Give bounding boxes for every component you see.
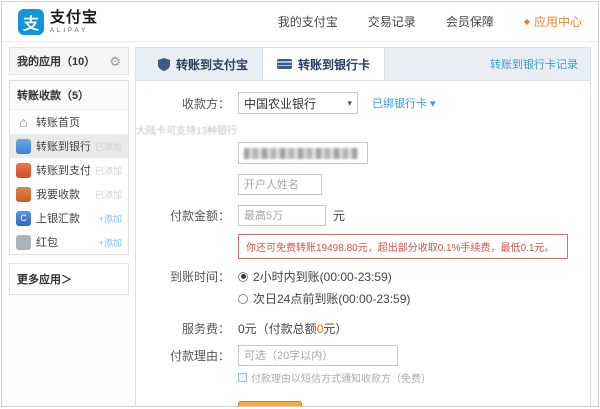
radio-selected-icon[interactable]: [238, 272, 248, 282]
arrival-time-label: 到账时间：: [136, 268, 238, 285]
sms-notify-label: 付款理由以短信方式通知收款方（免费）: [251, 370, 431, 385]
sidebar-item-bank-remit[interactable]: C 上银汇款 +添加: [10, 206, 128, 230]
nav-app-center[interactable]: ◆ 应用中心: [524, 13, 582, 30]
card-number-input[interactable]: [238, 142, 368, 164]
payee-label: 收款方：: [136, 95, 238, 112]
receive-payment-icon: [16, 187, 31, 202]
censored-card-number: [244, 148, 358, 159]
tab-label: 转账到银行卡: [298, 56, 370, 73]
bankcard-icon: [16, 139, 31, 154]
arrival-option-2hours[interactable]: 2小时内到账(00:00-23:59): [238, 268, 410, 285]
sidebar-item-red-packet[interactable]: 红包 +添加: [10, 230, 128, 254]
reason-row: 付款理由：: [136, 345, 590, 366]
transfer-section-header: 转账收款（5）: [10, 81, 128, 110]
payee-row: 收款方： 中国农业银行 ▾ 已绑银行卡 ▾: [136, 92, 590, 114]
next-step-button[interactable]: 下一步: [238, 401, 302, 407]
service-fee-prefix: 0元（付款总额: [238, 322, 317, 336]
top-nav: 我的支付宝 交易记录 会员保障 ◆ 应用中心: [278, 13, 582, 30]
radio-unselected-icon[interactable]: [238, 294, 248, 304]
bankcard-transfer-records-link[interactable]: 转账到银行卡记录: [490, 56, 590, 72]
service-fee-row: 服务费： 0元（付款总额0元）: [136, 320, 590, 337]
bound-cards-link[interactable]: 已绑银行卡 ▾: [372, 95, 436, 111]
sidebar-item-tag: 已添加: [95, 140, 122, 153]
sidebar-item-label: 转账到银行卡: [36, 138, 90, 154]
service-fee-suffix: 元）: [323, 322, 347, 336]
arrival-option-next-day[interactable]: 次日24点前到账(00:00-23:59): [238, 290, 410, 307]
bound-cards-label: 已绑银行卡: [372, 95, 427, 111]
amount-label: 付款金额：: [136, 207, 238, 224]
alipay-logo[interactable]: 支 支付宝 ALIPAY: [18, 9, 98, 35]
bank-support-hint: 大陆卡可支持13种银行: [136, 122, 590, 137]
amount-input[interactable]: [238, 205, 326, 226]
sidebar-item-transfer-to-bankcard[interactable]: 转账到银行卡 已添加: [10, 134, 128, 158]
remit-icon: C: [16, 211, 31, 226]
chevron-right-icon: ＞: [61, 274, 72, 286]
brand-name: 支付宝: [50, 10, 98, 25]
arrival-options: 2小时内到账(00:00-23:59) 次日24点前到账(00:00-23:59…: [238, 268, 410, 312]
transfer-apps-box: 转账收款（5） ⌂ 转账首页 转账到银行卡 已添加 转账到支付宝 已添加: [9, 80, 129, 255]
more-apps-link[interactable]: 更多应用＞: [9, 263, 129, 295]
sidebar-item-transfer-home[interactable]: ⌂ 转账首页: [10, 110, 128, 134]
arrival-option-label: 次日24点前到账(00:00-23:59): [253, 290, 410, 307]
chevron-down-icon: ▾: [430, 97, 436, 110]
sms-notify-checkbox[interactable]: [238, 373, 247, 382]
bank-select-value: 中国农业银行: [244, 95, 316, 112]
alipay-logo-icon: 支: [18, 9, 44, 35]
amount-unit: 元: [333, 207, 345, 224]
sidebar-item-tag: +添加: [99, 212, 122, 225]
home-icon: ⌂: [16, 115, 31, 130]
sidebar-item-transfer-to-alipay[interactable]: 转账到支付宝 已添加: [10, 158, 128, 182]
sidebar: 我的应用（10） ⚙ 转账收款（5） ⌂ 转账首页 转账到银行卡 已添加: [9, 47, 129, 407]
nav-my-alipay[interactable]: 我的支付宝: [278, 13, 338, 30]
main-panel: 转账到支付宝 转账到银行卡 转账到银行卡记录 收款方： 中国农业银行 ▾: [135, 47, 591, 407]
alipay-logo-text: 支付宝 ALIPAY: [50, 10, 98, 34]
tab-label: 转账到支付宝: [176, 56, 248, 73]
arrival-time-row: 到账时间： 2小时内到账(00:00-23:59) 次日24点前到账(00:00…: [136, 268, 590, 312]
bank-select[interactable]: 中国农业银行 ▾: [238, 92, 358, 114]
chevron-down-icon: ▾: [347, 98, 352, 109]
sidebar-item-label: 上银汇款: [36, 210, 80, 226]
service-fee-value: 0元（付款总额0元）: [238, 320, 347, 337]
top-header: 支 支付宝 ALIPAY 我的支付宝 交易记录 会员保障 ◆ 应用中心: [2, 2, 598, 42]
sidebar-item-label: 转账到支付宝: [36, 162, 90, 178]
payment-reason-input[interactable]: [238, 345, 398, 366]
my-apps-header: 我的应用（10） ⚙: [10, 48, 128, 74]
my-apps-title: 我的应用（10）: [17, 53, 95, 69]
my-apps-box: 我的应用（10） ⚙: [9, 47, 129, 75]
sidebar-item-tag: 已添加: [95, 188, 122, 201]
diamond-icon: ◆: [524, 18, 530, 26]
nav-app-center-label: 应用中心: [534, 13, 582, 30]
sidebar-item-tag: 已添加: [95, 164, 122, 177]
sidebar-item-label: 红包: [36, 234, 58, 250]
holder-row: [238, 174, 590, 199]
alipay-transfer-icon: [16, 163, 31, 178]
account-holder-input[interactable]: [238, 174, 322, 195]
sidebar-item-request-payment[interactable]: 我要收款 已添加: [10, 182, 128, 206]
sidebar-item-tag: +添加: [99, 236, 122, 249]
brand-subtitle: ALIPAY: [50, 28, 98, 34]
service-fee-label: 服务费：: [136, 320, 238, 337]
tab-transfer-to-alipay[interactable]: 转账到支付宝: [144, 48, 262, 80]
nav-transaction-records[interactable]: 交易记录: [368, 13, 416, 30]
red-packet-icon: [16, 235, 31, 250]
sidebar-item-label: 转账首页: [36, 114, 80, 130]
tab-bar: 转账到支付宝 转账到银行卡 转账到银行卡记录: [136, 48, 590, 81]
sms-notify-row: 付款理由以短信方式通知收款方（免费）: [238, 370, 590, 385]
reason-label: 付款理由：: [136, 347, 238, 364]
fee-warning-box: 你还可免费转账19498.80元，超出部分收取0.1%手续费，最低0.1元。: [238, 234, 568, 259]
sidebar-item-label: 我要收款: [36, 186, 80, 202]
shield-icon: [158, 58, 170, 71]
transfer-form: 收款方： 中国农业银行 ▾ 已绑银行卡 ▾ 大陆卡可支持13种银行: [136, 81, 590, 407]
page-body: 我的应用（10） ⚙ 转账收款（5） ⌂ 转账首页 转账到银行卡 已添加: [2, 42, 598, 407]
tab-transfer-to-bankcard[interactable]: 转账到银行卡: [262, 48, 385, 80]
nav-member-protection[interactable]: 会员保障: [446, 13, 494, 30]
gear-icon[interactable]: ⚙: [109, 55, 121, 68]
bank-card-icon: [277, 59, 292, 69]
more-apps-label: 更多应用: [17, 274, 61, 286]
arrival-option-label: 2小时内到账(00:00-23:59): [253, 268, 392, 285]
app-window: 支 支付宝 ALIPAY 我的支付宝 交易记录 会员保障 ◆ 应用中心 我的应用…: [1, 1, 599, 407]
amount-row: 付款金额： 元: [136, 205, 590, 226]
